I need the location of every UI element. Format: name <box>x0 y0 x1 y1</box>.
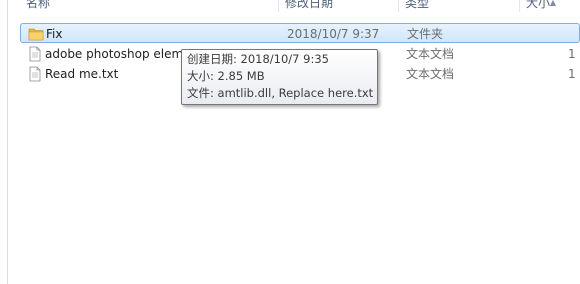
file-size: 1 K <box>568 47 580 61</box>
text-file-icon <box>29 66 41 82</box>
file-date: 2018/10/7 9:37 <box>287 27 380 41</box>
column-divider[interactable] <box>278 0 279 12</box>
column-header-name[interactable]: 名称 <box>26 0 50 12</box>
tooltip-files: 文件: amtlib.dll, Replace here.txt <box>187 86 374 100</box>
column-divider[interactable] <box>519 0 520 12</box>
file-type: 文本文档 <box>406 67 455 81</box>
file-size: 1 K <box>568 67 580 81</box>
file-row-fix[interactable]: Fix 2018/10/7 9:37 文件夹 <box>20 23 580 43</box>
sort-arrow-icon: ▲ <box>549 0 557 6</box>
file-type: 文本文档 <box>406 47 455 61</box>
column-header-type[interactable]: 类型 <box>405 0 429 12</box>
column-header-date[interactable]: 修改日期 <box>285 0 333 12</box>
file-type: 文件夹 <box>407 27 444 41</box>
file-name: Fix <box>46 27 63 41</box>
tooltip-size: 大小: 2.85 MB <box>187 69 265 83</box>
file-name: adobe photoshop eleme <box>45 47 191 61</box>
text-file-icon <box>29 46 41 62</box>
column-divider[interactable] <box>398 0 399 12</box>
file-info-tooltip: 创建日期: 2018/10/7 9:35 大小: 2.85 MB 文件: amt… <box>181 49 378 105</box>
tooltip-created-date: 创建日期: 2018/10/7 9:35 <box>187 52 329 66</box>
column-header-bar: 名称 修改日期 类型 大小 ▲ <box>8 0 580 12</box>
folder-icon <box>28 28 44 41</box>
pane-left-border <box>0 0 8 284</box>
column-header-size[interactable]: 大小 <box>526 0 550 12</box>
